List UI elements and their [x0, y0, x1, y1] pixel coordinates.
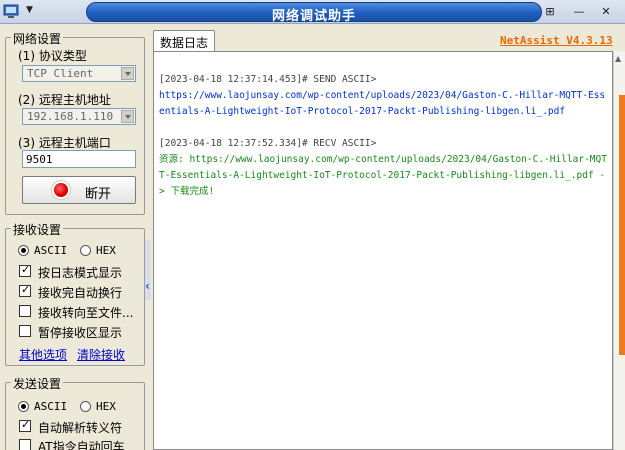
- protocol-label: (1) 协议类型: [18, 49, 87, 63]
- send-option-label: 自动解析转义符: [38, 421, 123, 435]
- send-hex-radio[interactable]: [80, 401, 91, 412]
- log-entry-header: [2023-04-18 12:37:52.334]# RECV ASCII>: [159, 138, 377, 149]
- port-value: 9501: [26, 153, 53, 166]
- log-entry-body: 资源: https://www.laojunsay.com/wp-content…: [159, 154, 607, 197]
- send-option-checkbox[interactable]: [19, 418, 31, 432]
- receive-option-checkbox[interactable]: [19, 283, 31, 297]
- port-label: (3) 远程主机端口: [18, 136, 111, 150]
- scroll-up-icon[interactable]: ▲: [615, 54, 621, 63]
- send-option-checkbox[interactable]: [19, 439, 31, 450]
- receive-settings-group: 接收设置 ASCII HEX 按日志模式显示 接收完自动换行 接收转向至文件..…: [5, 221, 145, 366]
- log-entry-body: https://www.laojunsay.com/wp-content/upl…: [159, 90, 606, 117]
- app-icon[interactable]: [3, 4, 19, 19]
- receive-option-label: 暂停接收区显示: [38, 326, 123, 340]
- receive-option-checkbox[interactable]: [19, 325, 31, 337]
- log-text: [2023-04-18 12:37:14.453]# SEND ASCII> h…: [159, 72, 607, 200]
- collapse-arrow-icon[interactable]: ‹: [145, 279, 150, 293]
- send-ascii-radio[interactable]: [18, 401, 29, 412]
- send-settings-group: 发送设置 ASCII HEX 自动解析转义符 AT指令自动回车: [5, 375, 145, 450]
- title-bar: ▼ 网络调试助手 ⊞ — ✕: [0, 0, 625, 24]
- chevron-down-icon[interactable]: [121, 67, 134, 80]
- log-pane[interactable]: [2023-04-18 12:37:14.453]# SEND ASCII> h…: [153, 51, 613, 450]
- receive-option-label: 按日志模式显示: [38, 266, 123, 280]
- pin-button[interactable]: ⊞: [541, 4, 559, 20]
- receive-ascii-label: ASCII: [34, 244, 68, 257]
- window-title: 网络调试助手: [271, 9, 356, 24]
- send-option-label: AT指令自动回车: [38, 440, 125, 450]
- receive-option-checkbox[interactable]: [19, 305, 31, 317]
- tab-data-log[interactable]: 数据日志: [153, 30, 215, 51]
- protocol-select[interactable]: TCP Client: [22, 65, 136, 82]
- network-settings-title: 网络设置: [11, 30, 64, 47]
- receive-hex-label: HEX: [96, 244, 116, 257]
- disconnect-button[interactable]: 断开: [22, 176, 136, 204]
- receive-ascii-radio[interactable]: [18, 245, 29, 256]
- more-options-link[interactable]: 其他选项: [19, 346, 67, 363]
- receive-option-checkbox[interactable]: [19, 263, 31, 277]
- scroll-thumb[interactable]: [619, 95, 625, 355]
- send-ascii-label: ASCII: [34, 400, 68, 413]
- status-light-icon: [54, 183, 68, 197]
- receive-hex-radio[interactable]: [80, 245, 91, 256]
- version-link[interactable]: NetAssist V4.3.13: [500, 34, 613, 47]
- chevron-down-icon[interactable]: [121, 110, 134, 123]
- receive-option-label: 接收转向至文件...: [38, 306, 134, 320]
- log-entry-header: [2023-04-18 12:37:14.453]# SEND ASCII>: [159, 74, 377, 85]
- host-select[interactable]: 192.168.1.110: [22, 108, 136, 125]
- host-label: (2) 远程主机地址: [18, 93, 111, 107]
- port-input[interactable]: 9501: [22, 150, 136, 168]
- minimize-button[interactable]: —: [570, 4, 588, 20]
- menu-dropdown-icon[interactable]: ▼: [26, 5, 33, 15]
- protocol-value: TCP Client: [27, 67, 94, 80]
- tab-data-log-label: 数据日志: [160, 36, 209, 50]
- receive-option-label: 接收完自动换行: [38, 286, 123, 300]
- disconnect-button-label: 断开: [85, 187, 112, 202]
- send-settings-title: 发送设置: [11, 375, 64, 392]
- host-value: 192.168.1.110: [27, 110, 114, 123]
- receive-settings-title: 接收设置: [11, 221, 64, 238]
- title-pill: 网络调试助手: [86, 2, 542, 24]
- send-hex-label: HEX: [96, 400, 116, 413]
- close-button[interactable]: ✕: [597, 4, 615, 20]
- network-settings-group: 网络设置 (1) 协议类型 TCP Client (2) 远程主机地址 192.…: [5, 30, 145, 215]
- clear-receive-link[interactable]: 清除接收: [77, 346, 125, 363]
